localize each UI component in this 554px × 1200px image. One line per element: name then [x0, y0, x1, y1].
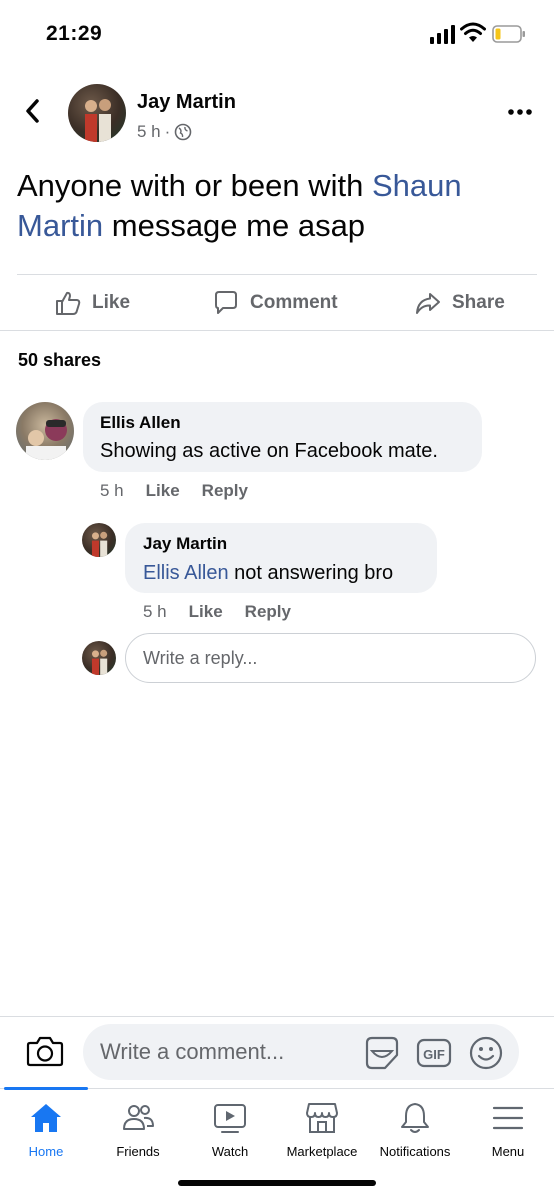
tab-marketplace-label: Marketplace: [286, 1144, 358, 1159]
author-avatar[interactable]: [68, 84, 126, 142]
reply-text: Ellis Allen not answering bro: [143, 562, 393, 585]
post-actions-bar: Like Comment Share: [0, 276, 554, 330]
like-button-label: Like: [92, 292, 131, 313]
tab-watch[interactable]: Watch: [184, 1100, 276, 1159]
avatar-photo-icon: [91, 649, 108, 675]
post-text-before: Anyone with or been with: [17, 168, 372, 203]
like-button[interactable]: Like: [54, 276, 130, 330]
tab-home-label: Home: [28, 1144, 64, 1159]
bell-icon: [401, 1103, 429, 1133]
divider-top: [17, 274, 537, 275]
comment-like-button[interactable]: Like: [146, 481, 180, 501]
avatar-sticker-icon[interactable]: [363, 1035, 401, 1071]
more-options-icon[interactable]: [506, 100, 534, 124]
comment-reply-button[interactable]: Reply: [202, 481, 248, 501]
thumbs-up-icon: [56, 291, 81, 315]
home-icon: [31, 1104, 61, 1132]
comment-text: Showing as active on Facebook mate.: [100, 440, 438, 462]
reply-mention-link[interactable]: Ellis Allen: [143, 562, 229, 584]
globe-icon: [175, 123, 192, 141]
tab-marketplace[interactable]: Marketplace: [276, 1100, 368, 1159]
reply-actions: 5 h Like Reply: [143, 602, 291, 622]
commenter-avatar[interactable]: [16, 402, 74, 460]
camera-icon[interactable]: [26, 1034, 64, 1068]
tab-friends-label: Friends: [116, 1144, 160, 1159]
post-time: 5 h: [137, 122, 161, 141]
reply-text-body: not answering bro: [228, 562, 394, 584]
post-text: Anyone with or been with Shaun Martin me…: [17, 166, 537, 246]
wifi-icon: [460, 22, 486, 42]
post-text-after: message me asap: [103, 208, 366, 243]
shares-count[interactable]: 50 shares: [18, 350, 101, 371]
comment-time: 5 h: [100, 481, 124, 500]
comment-bubble-icon: [215, 291, 237, 314]
battery-icon: [492, 25, 525, 43]
share-button[interactable]: Share: [414, 276, 505, 330]
active-tab-indicator: [4, 1087, 88, 1090]
cellular-signal-icon: [430, 25, 455, 44]
share-button-label: Share: [452, 292, 505, 313]
divider-bottom: [0, 330, 554, 331]
post-author-name[interactable]: Jay Martin: [137, 91, 236, 114]
comment-actions: 5 h Like Reply: [100, 481, 248, 501]
reply-time: 5 h: [143, 602, 167, 621]
composer-divider: [0, 1016, 554, 1017]
tab-home[interactable]: Home: [0, 1100, 92, 1159]
svg-text:GIF: GIF: [423, 1047, 445, 1062]
gif-icon[interactable]: GIF: [416, 1036, 452, 1070]
current-user-avatar: [82, 641, 116, 675]
post-meta: 5 h ·: [137, 122, 192, 142]
comment-author[interactable]: Ellis Allen: [100, 413, 181, 433]
reply-like-button[interactable]: Like: [189, 602, 223, 622]
reply-input-placeholder: Write a reply...: [143, 648, 258, 668]
tab-notifications[interactable]: Notifications: [369, 1100, 461, 1159]
tab-menu-label: Menu: [491, 1144, 525, 1159]
friends-icon: [123, 1105, 154, 1130]
status-time: 21:29: [46, 22, 103, 45]
watch-icon: [214, 1104, 246, 1133]
comment-input-placeholder: Write a comment...: [100, 1039, 285, 1064]
reply-author-avatar[interactable]: [82, 523, 116, 557]
reply-reply-button[interactable]: Reply: [245, 602, 291, 622]
emoji-icon[interactable]: [468, 1035, 504, 1071]
tab-friends[interactable]: Friends: [92, 1100, 184, 1159]
share-arrow-icon: [416, 293, 440, 314]
marketplace-icon: [306, 1103, 338, 1133]
avatar-photo-icon: [85, 99, 111, 142]
comment-button-label: Comment: [250, 292, 338, 313]
tab-watch-label: Watch: [211, 1144, 249, 1159]
home-indicator: [178, 1180, 376, 1186]
comment-button[interactable]: Comment: [212, 276, 338, 330]
menu-icon: [492, 1106, 524, 1130]
reply-author[interactable]: Jay Martin: [143, 534, 227, 554]
meta-separator: ·: [164, 122, 171, 141]
avatar-photo-icon: [91, 531, 108, 557]
tab-notifications-label: Notifications: [379, 1144, 451, 1159]
back-arrow-icon[interactable]: [22, 96, 44, 126]
tab-menu[interactable]: Menu: [462, 1100, 554, 1159]
avatar-photo-icon: [26, 419, 67, 460]
